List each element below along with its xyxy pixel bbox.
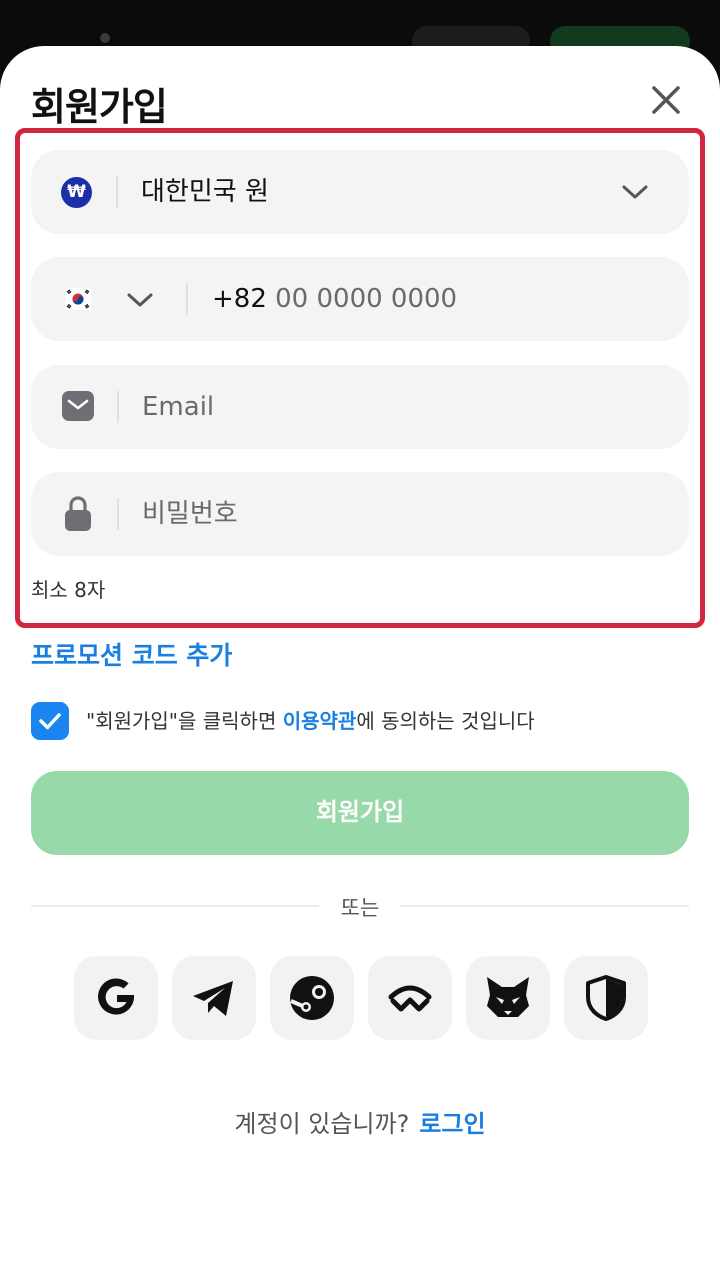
walletconnect-login-button[interactable] bbox=[368, 956, 452, 1040]
terms-suffix: 에 동의하는 것입니다 bbox=[356, 709, 535, 733]
phone-input[interactable]: +82 00 0000 0000 bbox=[212, 257, 457, 341]
terms-link[interactable]: 이용약관 bbox=[283, 709, 357, 733]
background-dot bbox=[100, 33, 110, 43]
password-hint: 최소 8자 bbox=[31, 578, 106, 602]
page-title: 회원가입 bbox=[31, 85, 168, 129]
field-divider bbox=[117, 498, 119, 530]
field-divider bbox=[117, 391, 119, 423]
signup-sheet: 회원가입 ₩ 대한민국 원 +82 00 0000 0000 Email 비밀번… bbox=[0, 46, 720, 1280]
phone-field: +82 00 0000 0000 bbox=[31, 257, 689, 341]
field-divider bbox=[116, 176, 118, 208]
password-input: 비밀번호 bbox=[142, 499, 238, 529]
telegram-icon bbox=[193, 981, 233, 1016]
login-link[interactable]: 로그인 bbox=[419, 1110, 485, 1138]
email-input: Email bbox=[142, 392, 215, 422]
signup-button[interactable]: 회원가입 bbox=[31, 771, 689, 855]
email-field[interactable]: Email bbox=[31, 365, 689, 449]
terms-checkbox[interactable] bbox=[31, 702, 69, 740]
telegram-login-button[interactable] bbox=[172, 956, 256, 1040]
phone-placeholder: 00 0000 0000 bbox=[275, 284, 458, 314]
won-icon: ₩ bbox=[61, 177, 92, 208]
currency-select[interactable]: ₩ 대한민국 원 bbox=[31, 150, 689, 234]
shield-icon bbox=[586, 975, 626, 1021]
checkmark-icon bbox=[39, 713, 61, 730]
promo-code-link[interactable]: 프로모션 코드 추가 bbox=[31, 636, 232, 672]
login-prompt: 계정이 있습니까? 로그인 bbox=[0, 1104, 720, 1139]
phone-prefix: +82 bbox=[212, 284, 267, 314]
password-field[interactable]: 비밀번호 bbox=[31, 472, 689, 556]
walletconnect-icon bbox=[388, 985, 432, 1012]
shield-login-button[interactable] bbox=[564, 956, 648, 1040]
metamask-icon bbox=[487, 977, 529, 1017]
country-chevron-down-icon[interactable] bbox=[125, 290, 155, 310]
currency-value: 대한민국 원 bbox=[141, 177, 269, 207]
field-divider bbox=[186, 283, 188, 315]
steam-icon bbox=[290, 976, 334, 1020]
chevron-down-icon bbox=[622, 185, 648, 199]
steam-login-button[interactable] bbox=[270, 956, 354, 1040]
google-icon bbox=[98, 978, 134, 1015]
lock-icon bbox=[65, 496, 91, 531]
metamask-login-button[interactable] bbox=[466, 956, 550, 1040]
terms-prefix: "회원가입"을 클릭하면 bbox=[86, 709, 283, 733]
divider-label: 또는 bbox=[340, 896, 380, 920]
mail-icon bbox=[62, 391, 94, 421]
google-login-button[interactable] bbox=[74, 956, 158, 1040]
korea-flag-icon bbox=[65, 288, 91, 310]
login-question: 계정이 있습니까? bbox=[234, 1110, 410, 1138]
close-icon[interactable] bbox=[648, 82, 684, 118]
terms-text: "회원가입"을 클릭하면 이용약관에 동의하는 것입니다 bbox=[86, 706, 535, 736]
